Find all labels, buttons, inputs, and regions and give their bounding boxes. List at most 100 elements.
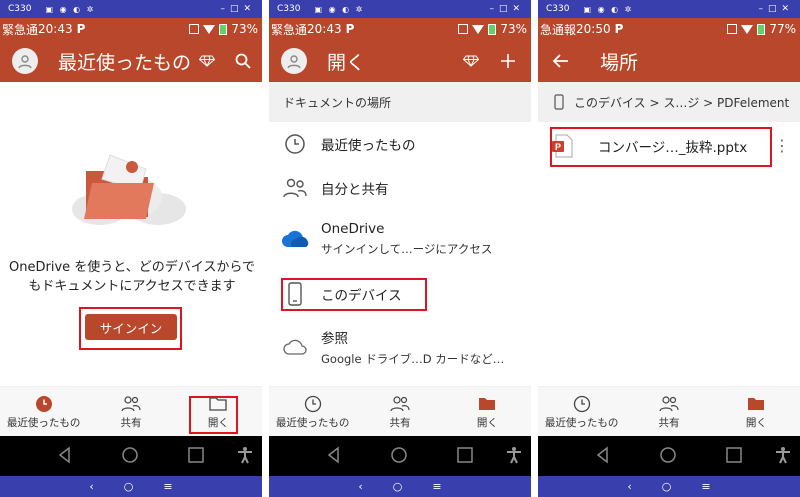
clock-icon: [304, 395, 321, 412]
nfc-icon: [458, 24, 469, 34]
emulator-tool-icons[interactable]: ▣ ◉ ◐ ✲: [314, 5, 364, 14]
emu-menu-icon[interactable]: ≡: [701, 480, 710, 493]
location-contents: このデバイス > ス…ジ > PDFelement P コンバージ…_抜粋.pp…: [538, 82, 800, 385]
page-title: 開く: [327, 51, 366, 74]
nav-recent-label: 最近使ったもの: [6, 416, 81, 429]
search-icon[interactable]: [234, 52, 252, 70]
emu-home-icon[interactable]: ○: [393, 480, 403, 493]
emu-back-icon[interactable]: ‹: [358, 480, 362, 493]
nav-shared[interactable]: 共有: [87, 387, 174, 437]
emulator-tool-icons[interactable]: ▣ ◉ ◐ ✲: [45, 5, 95, 14]
back-triangle-icon[interactable]: [594, 446, 612, 464]
clock-icon: [573, 395, 590, 412]
section-header: ドキュメントの場所: [269, 82, 531, 122]
recents-square-icon[interactable]: [187, 446, 205, 464]
emu-back-icon[interactable]: ‹: [89, 480, 93, 493]
location-recent[interactable]: 最近使ったもの: [269, 122, 531, 166]
nav-recent-label: 最近使ったもの: [544, 416, 619, 429]
battery-percent: 73%: [500, 22, 527, 36]
location-label: 参照: [321, 331, 348, 347]
nav-recent[interactable]: 最近使ったもの: [538, 387, 625, 437]
bottom-navigation: 最近使ったもの 共有 開く: [269, 386, 531, 437]
notification-text: 緊急通: [271, 22, 308, 37]
avatar[interactable]: [12, 48, 38, 74]
recents-square-icon[interactable]: [456, 446, 474, 464]
status-bar: 緊急通 20:43 P 73%: [269, 18, 531, 40]
window-buttons[interactable]: –□✕: [758, 4, 794, 14]
empty-state-message: OneDrive を使うと、どのデバイスからでもドキュメントにアクセスできます: [9, 260, 255, 294]
nav-open-label: 開く: [476, 416, 498, 429]
nav-shared[interactable]: 共有: [356, 387, 443, 437]
recents-square-icon[interactable]: [725, 446, 743, 464]
highlight-box-this-device: [281, 278, 427, 311]
home-circle-icon[interactable]: [659, 446, 677, 464]
nav-recent[interactable]: 最近使ったもの: [269, 387, 356, 437]
back-arrow-icon[interactable]: [552, 52, 570, 70]
home-circle-icon[interactable]: [390, 446, 408, 464]
battery-percent: 77%: [769, 22, 796, 36]
accessibility-icon[interactable]: [505, 446, 523, 464]
parking-icon: P: [614, 22, 624, 36]
person-icon: [18, 55, 32, 69]
battery-icon: [488, 23, 497, 35]
nfc-icon: [727, 24, 738, 34]
app-bar: 場所: [538, 40, 800, 82]
diamond-icon[interactable]: [463, 55, 479, 67]
emu-home-icon[interactable]: ○: [662, 480, 672, 493]
battery-icon: [219, 23, 228, 35]
location-onedrive[interactable]: OneDrive サインインして…ージにアクセス: [269, 214, 531, 264]
window-buttons[interactable]: –□✕: [489, 4, 525, 14]
nav-recent-label: 最近使ったもの: [275, 416, 350, 429]
avatar[interactable]: [281, 48, 307, 74]
location-browse[interactable]: 参照 Google ドライブ…D カードなど…: [269, 322, 531, 372]
breadcrumb-path[interactable]: このデバイス > ス…ジ > PDFelement: [574, 94, 789, 111]
app-bar: 最近使ったもの: [0, 40, 262, 82]
phone-screen-open: C330 ▣ ◉ ◐ ✲ –□✕ 緊急通 20:43 P 73% 開く ドキュメ…: [269, 0, 531, 497]
parking-icon: P: [345, 22, 355, 36]
people-icon: [121, 395, 141, 411]
diamond-icon[interactable]: [199, 55, 215, 67]
accessibility-icon[interactable]: [236, 446, 254, 464]
phone-icon: [554, 94, 564, 110]
back-triangle-icon[interactable]: [325, 446, 343, 464]
more-options-icon[interactable]: ⋮: [774, 138, 790, 154]
nfc-icon: [189, 24, 200, 34]
breadcrumb: このデバイス > ス…ジ > PDFelement: [538, 82, 800, 122]
system-navigation-bar: [0, 436, 262, 476]
nav-recent[interactable]: 最近使ったもの: [0, 387, 87, 437]
home-circle-icon[interactable]: [121, 446, 139, 464]
device-model: C330: [277, 4, 301, 14]
accessibility-icon[interactable]: [774, 446, 792, 464]
emulator-tool-icons[interactable]: ▣ ◉ ◐ ✲: [583, 5, 633, 14]
clock: 20:43: [307, 22, 342, 36]
emulator-nav-bar: ‹ ○ ≡: [0, 476, 262, 497]
emu-back-icon[interactable]: ‹: [627, 480, 631, 493]
nav-shared-label: 共有: [658, 416, 680, 429]
nav-shared[interactable]: 共有: [625, 387, 712, 437]
clock-icon: [285, 134, 305, 154]
cloud-outline-icon: [283, 339, 307, 355]
people-icon: [283, 178, 307, 198]
cloud-icon: [282, 230, 309, 247]
clock: 20:43: [38, 22, 73, 36]
nav-open[interactable]: 開く: [713, 387, 800, 437]
emulator-titlebar: C330 ▣ ◉ ◐ ✲ –□✕: [0, 0, 262, 18]
battery-percent: 73%: [231, 22, 258, 36]
emu-home-icon[interactable]: ○: [124, 480, 134, 493]
back-triangle-icon[interactable]: [56, 446, 74, 464]
add-icon[interactable]: [499, 52, 517, 70]
status-bar: 急通報 20:50 P 77%: [538, 18, 800, 40]
app-bar: 開く: [269, 40, 531, 82]
folder-filled-icon: [748, 397, 765, 410]
location-shared[interactable]: 自分と共有: [269, 166, 531, 210]
section-header-label: ドキュメントの場所: [283, 95, 392, 110]
person-icon: [287, 55, 301, 69]
parking-icon: P: [76, 22, 86, 36]
nav-open[interactable]: 開く: [444, 387, 531, 437]
window-buttons[interactable]: –□✕: [220, 4, 256, 14]
highlight-box-file: [550, 127, 772, 167]
phone-screen-location: C330 ▣ ◉ ◐ ✲ –□✕ 急通報 20:50 P 77% 場所 このデバ…: [538, 0, 800, 497]
emu-menu-icon[interactable]: ≡: [432, 480, 441, 493]
emu-menu-icon[interactable]: ≡: [163, 480, 172, 493]
open-locations: ドキュメントの場所 最近使ったもの 自分と共有 OneDrive サインインして…: [269, 82, 531, 385]
